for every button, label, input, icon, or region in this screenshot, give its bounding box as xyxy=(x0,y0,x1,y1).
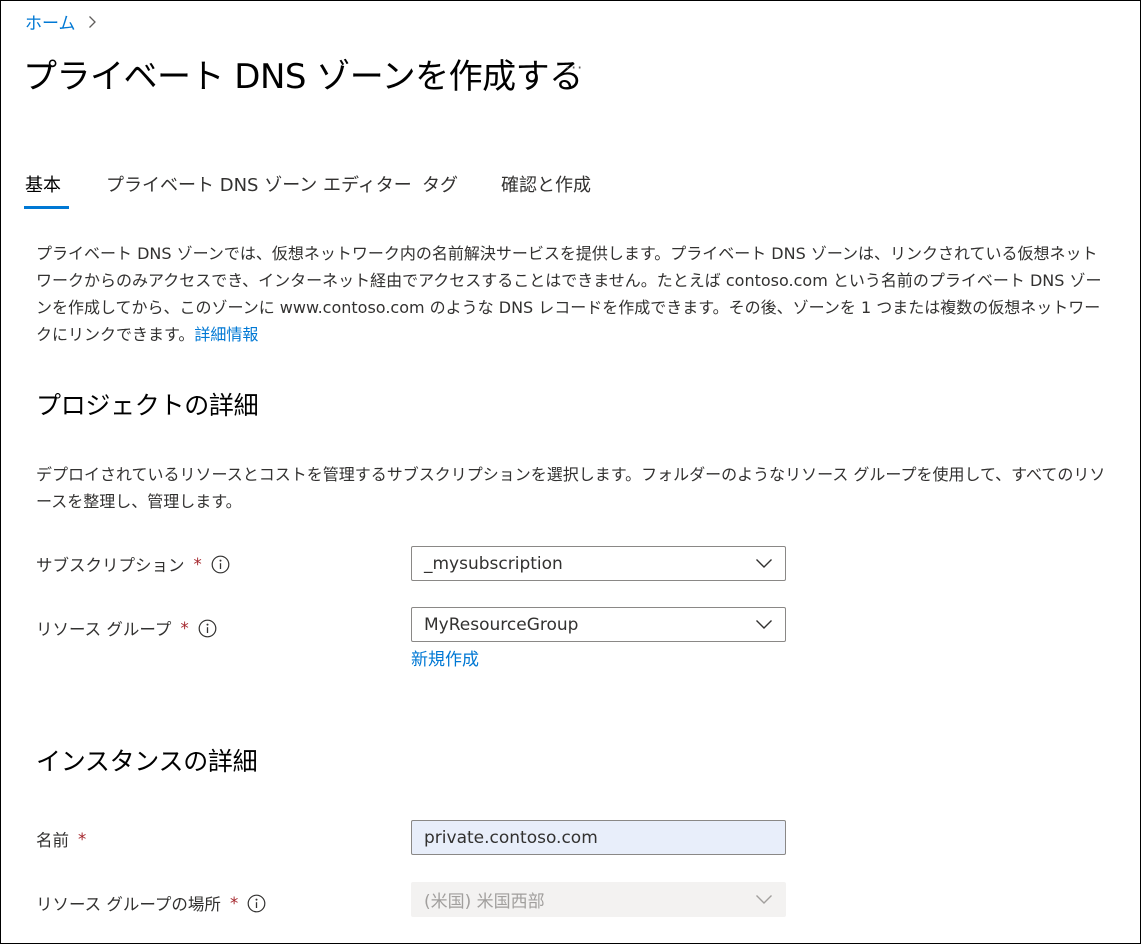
intro-description: プライベート DNS ゾーンでは、仮想ネットワーク内の名前解決サービスを提供しま… xyxy=(36,240,1106,348)
tab-review-create[interactable]: 確認と作成 xyxy=(501,171,591,197)
name-input[interactable]: private.contoso.com xyxy=(411,820,786,855)
location-label: リソース グループの場所 * xyxy=(36,891,266,915)
required-marker: * xyxy=(180,618,189,638)
name-input-value: private.contoso.com xyxy=(424,827,598,848)
instance-details-heading: インスタンスの詳細 xyxy=(36,747,258,776)
tab-basics[interactable]: 基本 xyxy=(25,171,61,197)
breadcrumb: ホーム xyxy=(25,9,97,34)
subscription-dropdown[interactable]: _mysubscription xyxy=(411,546,786,581)
chevron-down-icon xyxy=(755,619,773,630)
resource-group-label: リソース グループ * xyxy=(36,616,217,640)
active-tab-indicator xyxy=(24,206,69,209)
learn-more-link[interactable]: 詳細情報 xyxy=(194,325,258,344)
subscription-label: サブスクリプション * xyxy=(36,552,230,576)
required-marker: * xyxy=(229,893,239,913)
chevron-down-icon xyxy=(755,558,773,569)
location-value: (米国) 米国西部 xyxy=(424,892,545,912)
tab-zone-editor[interactable]: プライベート DNS ゾーン エディター xyxy=(106,171,412,197)
chevron-down-icon xyxy=(755,894,773,905)
create-new-resource-group-link[interactable]: 新規作成 xyxy=(411,645,479,670)
location-dropdown: (米国) 米国西部 xyxy=(411,882,786,917)
subscription-label-text: サブスクリプション xyxy=(36,556,185,575)
required-marker: * xyxy=(193,554,202,574)
tab-tags[interactable]: タグ xyxy=(422,171,458,197)
breadcrumb-home-link[interactable]: ホーム xyxy=(25,9,76,34)
project-description: デプロイされているリソースとコストを管理するサブスクリプションを選択します。フォ… xyxy=(36,465,1106,511)
name-label: 名前 * xyxy=(36,827,86,851)
info-icon[interactable] xyxy=(211,555,230,574)
location-label-text: リソース グループの場所 xyxy=(36,895,221,914)
info-icon[interactable] xyxy=(198,619,217,638)
resource-group-dropdown[interactable]: MyResourceGroup xyxy=(411,607,786,642)
required-marker: * xyxy=(78,829,87,849)
resource-group-label-text: リソース グループ xyxy=(36,620,172,639)
more-options-button[interactable]: ··· xyxy=(565,58,583,77)
chevron-right-icon xyxy=(88,15,97,29)
subscription-value: _mysubscription xyxy=(424,553,563,574)
resource-group-value: MyResourceGroup xyxy=(424,614,579,635)
info-icon[interactable] xyxy=(247,894,266,913)
name-label-text: 名前 xyxy=(36,831,69,850)
page-title: プライベート DNS ゾーンを作成する xyxy=(23,57,583,97)
project-details-heading: プロジェクトの詳細 xyxy=(36,391,259,420)
